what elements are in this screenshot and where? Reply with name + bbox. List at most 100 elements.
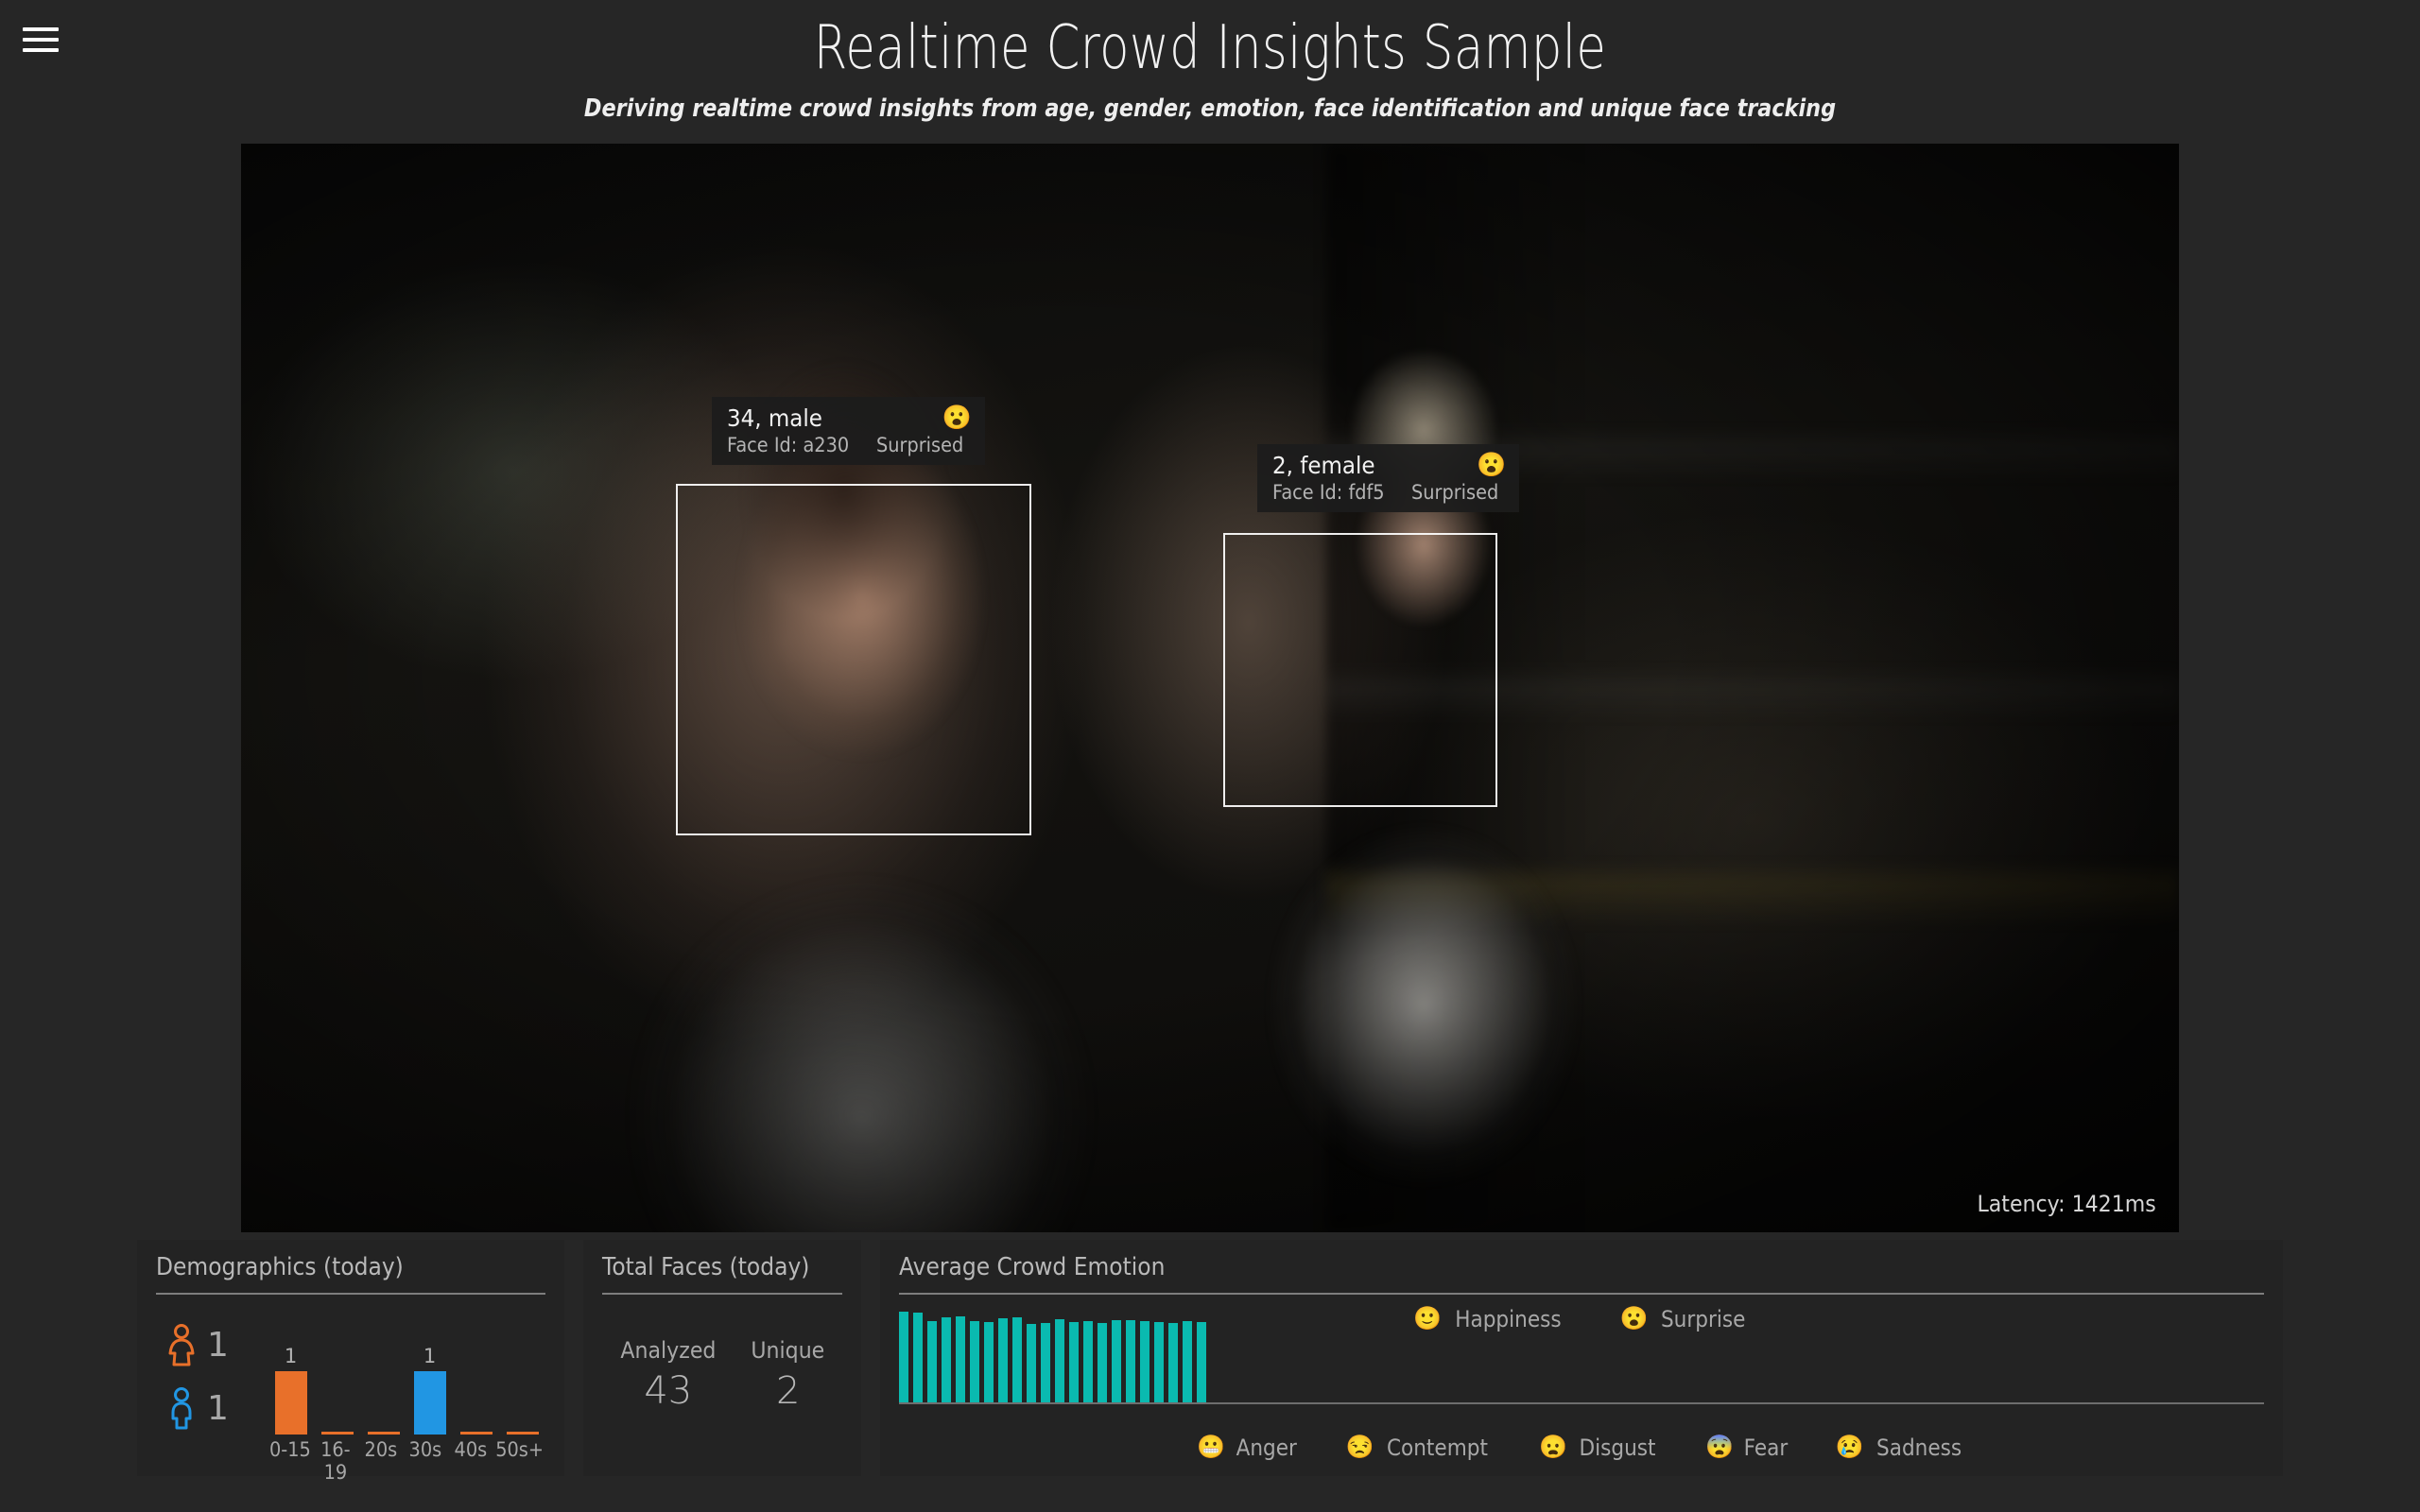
stat-analyzed-label: Analyzed <box>620 1337 716 1364</box>
gender-row-male: 1 <box>165 1387 268 1431</box>
age-distribution-chart: 11 0-1516-1920s30s40s50s+ <box>268 1300 545 1467</box>
face-bounding-box <box>1223 533 1497 807</box>
emotion-histogram-bar <box>899 1312 908 1402</box>
age-bar-column <box>453 1332 499 1435</box>
emotion-histogram-bar <box>942 1317 951 1402</box>
emotion-legend-label: Contempt <box>1387 1435 1488 1461</box>
face-bounding-box <box>676 484 1031 835</box>
emotion-legend-item[interactable]: 😬 Anger <box>1197 1435 1300 1461</box>
age-bar-column: 1 <box>406 1332 453 1435</box>
age-bar-column <box>499 1332 545 1435</box>
age-bar-column <box>314 1332 360 1435</box>
emotion-bar-group <box>899 1308 1206 1402</box>
age-axis-label: 0-15 <box>269 1438 311 1467</box>
page-title: Realtime Crowd Insights Sample <box>242 17 2178 80</box>
emotion-histogram-bar <box>970 1321 979 1402</box>
hamburger-menu-icon[interactable] <box>21 24 60 56</box>
age-bar <box>507 1432 539 1435</box>
age-axis-label: 16-19 <box>315 1438 356 1467</box>
emotion-legend-item[interactable]: 😨Fear <box>1705 1435 1790 1461</box>
stat-unique: Unique 2 <box>748 1337 828 1413</box>
panel-demographics: Demographics (today) 1 <box>137 1240 564 1476</box>
emotion-axis-line <box>899 1402 2264 1404</box>
gender-row-female: 1 <box>165 1324 268 1367</box>
video-stage[interactable]: 34, male😮Face Id: a230Surprised2, female… <box>241 144 2179 1232</box>
emotion-emoji-icon: 😦 <box>1539 1436 1567 1459</box>
emotion-histogram-bar <box>1183 1321 1192 1402</box>
emotion-histogram-bar <box>1112 1320 1121 1402</box>
panel-divider <box>156 1293 545 1295</box>
panel-average-crowd-emotion: Average Crowd Emotion 🙂 Happiness 😮 Surpris… <box>880 1240 2283 1476</box>
emotion-histogram-bar <box>1012 1317 1022 1402</box>
emotion-histogram-bar <box>913 1313 923 1402</box>
dashboard-panels: Demographics (today) 1 <box>137 1240 2283 1476</box>
video-frame-image <box>241 144 2179 1232</box>
emotion-emoji-icon: 😬 <box>1197 1436 1225 1459</box>
emotion-body: 🙂 Happiness 😮 Surprise 😬 Anger 😒 Contempt 😦 Disg… <box>899 1300 2264 1467</box>
scene-vignette <box>241 144 2179 1232</box>
emotion-histogram-bar <box>1041 1323 1050 1402</box>
app-root: Realtime Crowd Insights Sample Deriving … <box>0 0 2420 1512</box>
face-info-label: 2, female😮Face Id: fdf5Surprised <box>1257 444 1519 512</box>
face-emotion-label: Surprised <box>1411 481 1498 504</box>
male-count: 1 <box>207 1389 229 1428</box>
emotion-histogram-bar <box>1055 1319 1064 1402</box>
panel-title-demographics: Demographics (today) <box>156 1253 507 1293</box>
age-bar-value: 1 <box>285 1345 297 1367</box>
stat-unique-label: Unique <box>752 1337 825 1364</box>
emotion-legend-label: Surprise <box>1661 1306 1745 1332</box>
emotion-histogram-bar <box>1168 1323 1178 1402</box>
face-emotion-emoji: 😮 <box>942 406 972 430</box>
face-id-label: Face Id: a230 <box>727 434 849 456</box>
emotion-histogram-bar <box>984 1322 994 1402</box>
hamburger-line <box>23 38 59 42</box>
age-axis-label: 30s <box>405 1438 446 1467</box>
age-bar <box>460 1432 493 1435</box>
male-icon <box>165 1387 198 1431</box>
panel-title-emotion: Average Crowd Emotion <box>899 1253 2128 1293</box>
female-count: 1 <box>207 1326 229 1365</box>
panel-title-total-faces: Total Faces (today) <box>602 1253 819 1293</box>
stat-analyzed-value: 43 <box>616 1369 720 1413</box>
emotion-histogram-bar <box>1126 1320 1135 1402</box>
panel-divider <box>602 1293 842 1295</box>
age-bar-column <box>360 1332 406 1435</box>
demographics-body: 1 1 11 0-1516-1920s30s40s50s+ <box>156 1300 545 1467</box>
emotion-legend-item[interactable]: 😒 Contempt <box>1345 1435 1494 1461</box>
emotion-legend-item[interactable]: 🙂 Happiness <box>1413 1306 1567 1332</box>
emotion-histogram-bar <box>1069 1322 1079 1402</box>
face-emotion-label: Surprised <box>876 434 963 456</box>
hamburger-line <box>23 27 59 31</box>
emotion-histogram-bar <box>1154 1322 1164 1402</box>
emotion-legend-label: Disgust <box>1580 1435 1656 1461</box>
emotion-legend-item[interactable]: 😢 Sadness <box>1836 1435 1966 1461</box>
emotion-emoji-icon: 😨 <box>1705 1436 1734 1459</box>
total-faces-body: Analyzed 43 Unique 2 <box>602 1300 842 1467</box>
age-bar-value: 1 <box>424 1345 436 1367</box>
emotion-emoji-icon: 😒 <box>1345 1436 1374 1459</box>
emotion-legend-label: Anger <box>1236 1435 1297 1461</box>
age-bar <box>368 1432 400 1435</box>
stat-unique-value: 2 <box>748 1369 828 1413</box>
age-bar <box>414 1371 446 1435</box>
age-bar-column: 1 <box>268 1332 314 1435</box>
emotion-emoji-icon: 🙂 <box>1413 1308 1442 1331</box>
panel-divider <box>899 1293 2264 1295</box>
emotion-histogram-bar <box>1140 1321 1150 1402</box>
emotion-emoji-icon: 😮 <box>1620 1308 1649 1331</box>
emotion-legend-label: Sadness <box>1876 1435 1962 1461</box>
emotion-legend-bottom: 😬 Anger 😒 Contempt 😦 Disgust 😨Fear 😢 Sadness <box>899 1435 2264 1461</box>
age-bar-group: 11 <box>268 1332 545 1435</box>
age-bar <box>275 1371 307 1435</box>
hamburger-line <box>23 48 59 52</box>
emotion-histogram-bar <box>1197 1322 1206 1402</box>
age-axis-label: 20s <box>359 1438 401 1467</box>
emotion-histogram-bar <box>956 1316 965 1402</box>
face-emotion-emoji: 😮 <box>1477 454 1506 477</box>
emotion-legend-item[interactable]: 😮 Surprise <box>1620 1306 1750 1332</box>
emotion-emoji-icon: 😢 <box>1836 1436 1864 1459</box>
emotion-legend-item[interactable]: 😦 Disgust <box>1539 1435 1660 1461</box>
emotion-legend-label: Happiness <box>1455 1306 1561 1332</box>
face-age-gender: 34, male <box>727 404 822 432</box>
face-info-label: 34, male 😮 Face Id: a230 Surprised <box>712 397 985 465</box>
